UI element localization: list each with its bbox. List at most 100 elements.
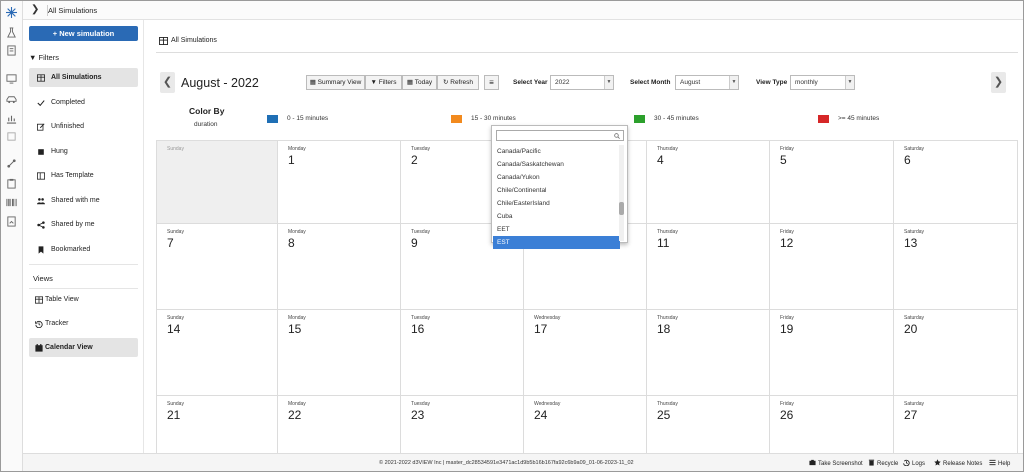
calendar-day-cell[interactable]: Thursday 25 [647,396,770,454]
timezone-option[interactable]: Canada/Saskatchewan [493,158,620,171]
timezone-search-input[interactable] [496,130,624,141]
filter-label: Unfinished [51,123,85,130]
calendar-day-cell[interactable]: Friday 26 [770,396,894,454]
dropdown-scrollbar-thumb[interactable] [619,202,624,215]
select-month-dropdown[interactable]: August ▼ [675,75,739,90]
timezone-option[interactable]: Cuba [493,210,620,223]
filter-label: Completed [51,99,85,106]
filters-button[interactable]: ▼ Filters [365,75,402,90]
calendar-day-cell[interactable]: Monday 8 [278,224,401,310]
view-item-calendar-view[interactable]: Calendar View [29,338,138,357]
calendar-day-cell[interactable]: Monday 15 [278,310,401,396]
monitor-icon[interactable] [6,73,17,84]
refresh-button[interactable]: ↻ Refresh [437,75,479,90]
calendar-day-cell[interactable]: Monday 1 [278,141,401,224]
calendar-day-cell[interactable]: Sunday 7 [156,224,278,310]
filter-item-shared-by-me[interactable]: Shared by me [29,215,138,234]
timezone-option[interactable]: EST [493,236,620,249]
calendar-day-cell[interactable]: Wednesday 17 [524,310,647,396]
grid-icon[interactable] [6,131,17,142]
next-month-button[interactable]: ❯ [991,72,1006,93]
report-icon[interactable] [6,216,17,227]
sidebar-divider [29,264,138,265]
menu-button[interactable]: ≡ [484,75,499,90]
day-name: Monday [288,146,306,152]
today-button[interactable]: ▦ Today [402,75,437,90]
check-icon [37,93,47,112]
calendar-day-cell[interactable]: Saturday 20 [894,310,1018,396]
chart-icon[interactable] [6,113,17,124]
timezone-option[interactable]: Canada/Yukon [493,171,620,184]
day-number: 6 [904,153,911,167]
calendar-day-cell[interactable]: Saturday 27 [894,396,1018,454]
tab-label: All Simulations [171,37,217,44]
workflow-icon[interactable] [6,158,17,169]
filter-item-bookmarked[interactable]: Bookmarked [29,240,138,259]
chevron-right-icon[interactable]: ❯ [31,4,39,15]
timezone-option[interactable]: EET [493,223,620,236]
new-simulation-label: New simulation [59,29,115,38]
filter-icon: ▼ [370,79,379,86]
calendar-day-cell[interactable]: Saturday 13 [894,224,1018,310]
calendar-day-cell[interactable]: Tuesday 16 [401,310,524,396]
filter-item-completed[interactable]: Completed [29,93,138,112]
calendar-day-cell[interactable]: Thursday 11 [647,224,770,310]
legend-swatch [267,115,278,123]
help-link[interactable]: Help [989,459,1010,467]
tab-underline [156,52,1018,53]
filter-item-hung[interactable]: Hung [29,142,138,161]
calendar-day-cell[interactable]: Sunday 14 [156,310,278,396]
search-icon [614,133,620,139]
calendar-day-cell[interactable]: Friday 5 [770,141,894,224]
clipboard-icon[interactable] [6,178,17,189]
bookmark-icon [37,240,47,259]
calendar-day-cell[interactable]: Sunday [156,141,278,224]
app-window: ❯ All Simulations + New simulation ▼ Fil… [0,0,1024,472]
filter-item-shared-with-me[interactable]: Shared with me [29,191,138,210]
recycle-link[interactable]: Recycle [868,459,898,467]
day-number: 25 [657,408,671,422]
filter-item-all-simulations[interactable]: All Simulations [29,68,138,87]
filter-item-unfinished[interactable]: Unfinished [29,117,138,136]
calendar-day-cell[interactable]: Thursday 18 [647,310,770,396]
snowflake-logo-icon[interactable] [6,7,17,18]
calendar-day-cell[interactable]: Sunday 21 [156,396,278,454]
footer-link-label: Help [998,461,1011,467]
filters-heading: ▼ Filters [29,53,59,62]
footer-link-label: Logs [912,461,926,467]
filter-item-has-template[interactable]: Has Template [29,166,138,185]
summary-view-button[interactable]: ▦ Summary View [306,75,365,90]
car-icon[interactable] [6,94,17,105]
calendar-day-cell[interactable]: Friday 19 [770,310,894,396]
select-year-dropdown[interactable]: 2022 ▼ [550,75,614,90]
prev-month-button[interactable]: ❮ [160,72,175,93]
timezone-option[interactable]: Chile/EasterIsland [493,197,620,210]
calendar-day-cell[interactable]: Thursday 4 [647,141,770,224]
calendar-day-cell[interactable]: Saturday 6 [894,141,1018,224]
day-name: Sunday [167,401,184,407]
view-item-table-view[interactable]: Table View [29,290,138,309]
view-label: Tracker [45,320,69,327]
timezone-option[interactable]: Canada/Pacific [493,145,620,158]
calendar-day-cell[interactable]: Monday 22 [278,396,401,454]
calendar-day-cell[interactable]: Wednesday 24 [524,396,647,454]
day-name: Tuesday [411,229,430,235]
new-simulation-button[interactable]: + New simulation [29,26,138,41]
take-screenshot-link[interactable]: Take Screenshot [809,459,863,467]
dropdown-scrollbar[interactable] [619,145,624,241]
logs-link[interactable]: Logs [903,459,925,467]
footer: © 2021-2022 d3VIEW Inc | master_dc285345… [23,453,1023,471]
calendar-day-cell[interactable]: Friday 12 [770,224,894,310]
timezone-option[interactable]: Chile/Continental [493,184,620,197]
flask-icon[interactable] [6,27,17,38]
view-item-tracker[interactable]: Tracker [29,314,138,333]
day-name: Wednesday [534,315,561,321]
release-notes-link[interactable]: Release Notes [934,459,982,467]
day-name: Thursday [657,229,678,235]
barcode-icon[interactable] [6,197,17,208]
calendar-day-cell[interactable]: Tuesday 23 [401,396,524,454]
day-number: 8 [288,236,295,250]
legend-label: 0 - 15 minutes [287,115,329,122]
view-type-dropdown[interactable]: monthly ▼ [790,75,855,90]
document-icon[interactable] [6,45,17,56]
